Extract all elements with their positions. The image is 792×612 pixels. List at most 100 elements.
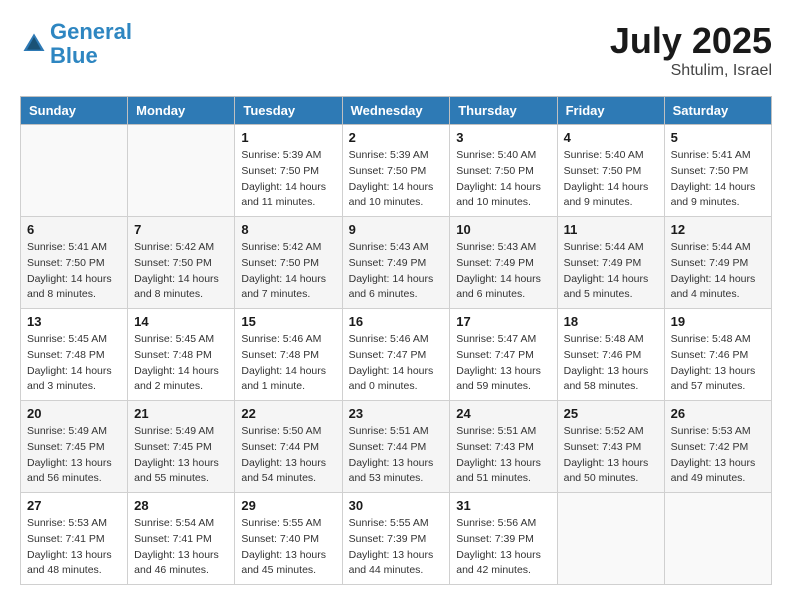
calendar-cell: 2 Sunrise: 5:39 AMSunset: 7:50 PMDaylight… [342,125,450,217]
day-number: 12 [671,222,765,237]
calendar-cell: 7 Sunrise: 5:42 AMSunset: 7:50 PMDaylight… [128,217,235,309]
day-number: 27 [27,498,121,513]
calendar-header-row: SundayMondayTuesdayWednesdayThursdayFrid… [21,97,772,125]
day-number: 11 [564,222,658,237]
day-info: Sunrise: 5:48 AMSunset: 7:46 PMDaylight:… [671,332,765,395]
day-info: Sunrise: 5:47 AMSunset: 7:47 PMDaylight:… [456,332,550,395]
calendar-cell: 4Sunrise: 5:40 AMSunset: 7:50 PMDaylight… [557,125,664,217]
day-info: Sunrise: 5:49 AMSunset: 7:45 PMDaylight:… [134,424,228,487]
calendar-cell: 28Sunrise: 5:54 AMSunset: 7:41 PMDayligh… [128,493,235,585]
day-info: Sunrise: 5:43 AMSunset: 7:49 PMDaylight:… [349,240,444,303]
logo: General Blue [20,20,132,68]
day-info: Sunrise: 5:46 AMSunset: 7:47 PMDaylight:… [349,332,444,395]
calendar-cell: 20 Sunrise: 5:49 AMSunset: 7:45 PMDayligh… [21,401,128,493]
day-info: Sunrise: 5:40 AMSunset: 7:50 PMDaylight:… [564,148,658,211]
day-info: Sunrise: 5:54 AMSunset: 7:41 PMDaylight:… [134,516,228,579]
day-info: Sunrise: 5:42 AMSunset: 7:50 PMDaylight:… [241,240,335,303]
calendar-table: SundayMondayTuesdayWednesdayThursdayFrid… [20,96,772,585]
title-block: July 2025 Shtulim, Israel [610,20,772,80]
weekday-header-sunday: Sunday [21,97,128,125]
day-number: 20 [27,406,121,421]
day-info: Sunrise: 5:53 AMSunset: 7:41 PMDaylight:… [27,516,121,579]
day-number: 9 [349,222,444,237]
day-info: Sunrise: 5:41 AMSunset: 7:50 PMDaylight:… [671,148,765,211]
day-number: 30 [349,498,444,513]
day-number: 29 [241,498,335,513]
calendar-cell: 6Sunrise: 5:41 AMSunset: 7:50 PMDaylight… [21,217,128,309]
day-info: Sunrise: 5:40 AMSunset: 7:50 PMDaylight:… [456,148,550,211]
day-number: 21 [134,406,228,421]
day-info: Sunrise: 5:44 AMSunset: 7:49 PMDaylight:… [564,240,658,303]
day-info: Sunrise: 5:39 AMSunset: 7:50 PMDaylight:… [349,148,444,211]
calendar-cell [128,125,235,217]
calendar-week-row: 20 Sunrise: 5:49 AMSunset: 7:45 PMDayligh… [21,401,772,493]
calendar-week-row: 1 Sunrise: 5:39 AMSunset: 7:50 PMDaylight… [21,125,772,217]
calendar-cell: 25Sunrise: 5:52 AMSunset: 7:43 PMDayligh… [557,401,664,493]
weekday-header-saturday: Saturday [664,97,771,125]
day-info: Sunrise: 5:44 AMSunset: 7:49 PMDaylight:… [671,240,765,303]
calendar-cell: 8 Sunrise: 5:42 AMSunset: 7:50 PMDaylight… [235,217,342,309]
day-info: Sunrise: 5:45 AMSunset: 7:48 PMDaylight:… [134,332,228,395]
day-number: 19 [671,314,765,329]
weekday-header-monday: Monday [128,97,235,125]
calendar-cell: 23 Sunrise: 5:51 AMSunset: 7:44 PMDayligh… [342,401,450,493]
day-number: 24 [456,406,550,421]
day-info: Sunrise: 5:46 AMSunset: 7:48 PMDaylight:… [241,332,335,395]
day-info: Sunrise: 5:55 AMSunset: 7:40 PMDaylight:… [241,516,335,579]
calendar-cell: 13 Sunrise: 5:45 AMSunset: 7:48 PMDayligh… [21,309,128,401]
calendar-cell: 11 Sunrise: 5:44 AMSunset: 7:49 PMDayligh… [557,217,664,309]
day-number: 6 [27,222,121,237]
day-number: 22 [241,406,335,421]
day-info: Sunrise: 5:48 AMSunset: 7:46 PMDaylight:… [564,332,658,395]
location-subtitle: Shtulim, Israel [610,62,772,80]
logo-icon [20,30,48,58]
weekday-header-tuesday: Tuesday [235,97,342,125]
page-header: General Blue July 2025 Shtulim, Israel [20,20,772,80]
weekday-header-thursday: Thursday [450,97,557,125]
day-number: 26 [671,406,765,421]
day-number: 15 [241,314,335,329]
day-number: 31 [456,498,550,513]
calendar-cell: 22 Sunrise: 5:50 AMSunset: 7:44 PMDayligh… [235,401,342,493]
calendar-cell: 9 Sunrise: 5:43 AMSunset: 7:49 PMDaylight… [342,217,450,309]
calendar-cell: 10Sunrise: 5:43 AMSunset: 7:49 PMDayligh… [450,217,557,309]
calendar-cell [557,493,664,585]
calendar-cell: 24Sunrise: 5:51 AMSunset: 7:43 PMDayligh… [450,401,557,493]
calendar-cell: 31Sunrise: 5:56 AMSunset: 7:39 PMDayligh… [450,493,557,585]
calendar-cell: 15 Sunrise: 5:46 AMSunset: 7:48 PMDayligh… [235,309,342,401]
calendar-cell: 27 Sunrise: 5:53 AMSunset: 7:41 PMDayligh… [21,493,128,585]
calendar-cell: 14Sunrise: 5:45 AMSunset: 7:48 PMDayligh… [128,309,235,401]
calendar-cell [664,493,771,585]
day-number: 16 [349,314,444,329]
weekday-header-friday: Friday [557,97,664,125]
day-info: Sunrise: 5:39 AMSunset: 7:50 PMDaylight:… [241,148,335,211]
calendar-cell: 1 Sunrise: 5:39 AMSunset: 7:50 PMDaylight… [235,125,342,217]
day-info: Sunrise: 5:42 AMSunset: 7:50 PMDaylight:… [134,240,228,303]
calendar-cell: 12 Sunrise: 5:44 AMSunset: 7:49 PMDayligh… [664,217,771,309]
calendar-cell: 26 Sunrise: 5:53 AMSunset: 7:42 PMDayligh… [664,401,771,493]
day-info: Sunrise: 5:45 AMSunset: 7:48 PMDaylight:… [27,332,121,395]
calendar-cell: 21 Sunrise: 5:49 AMSunset: 7:45 PMDayligh… [128,401,235,493]
day-number: 7 [134,222,228,237]
day-number: 8 [241,222,335,237]
day-number: 3 [456,130,550,145]
calendar-cell: 18Sunrise: 5:48 AMSunset: 7:46 PMDayligh… [557,309,664,401]
day-info: Sunrise: 5:49 AMSunset: 7:45 PMDaylight:… [27,424,121,487]
day-number: 2 [349,130,444,145]
day-number: 13 [27,314,121,329]
calendar-cell: 17 Sunrise: 5:47 AMSunset: 7:47 PMDayligh… [450,309,557,401]
day-number: 1 [241,130,335,145]
calendar-week-row: 6Sunrise: 5:41 AMSunset: 7:50 PMDaylight… [21,217,772,309]
day-info: Sunrise: 5:53 AMSunset: 7:42 PMDaylight:… [671,424,765,487]
day-number: 25 [564,406,658,421]
calendar-week-row: 27 Sunrise: 5:53 AMSunset: 7:41 PMDayligh… [21,493,772,585]
month-title: July 2025 [610,20,772,62]
calendar-week-row: 13 Sunrise: 5:45 AMSunset: 7:48 PMDayligh… [21,309,772,401]
day-info: Sunrise: 5:50 AMSunset: 7:44 PMDaylight:… [241,424,335,487]
day-number: 17 [456,314,550,329]
day-info: Sunrise: 5:51 AMSunset: 7:44 PMDaylight:… [349,424,444,487]
day-number: 5 [671,130,765,145]
calendar-cell [21,125,128,217]
day-number: 23 [349,406,444,421]
logo-text: General Blue [50,20,132,68]
